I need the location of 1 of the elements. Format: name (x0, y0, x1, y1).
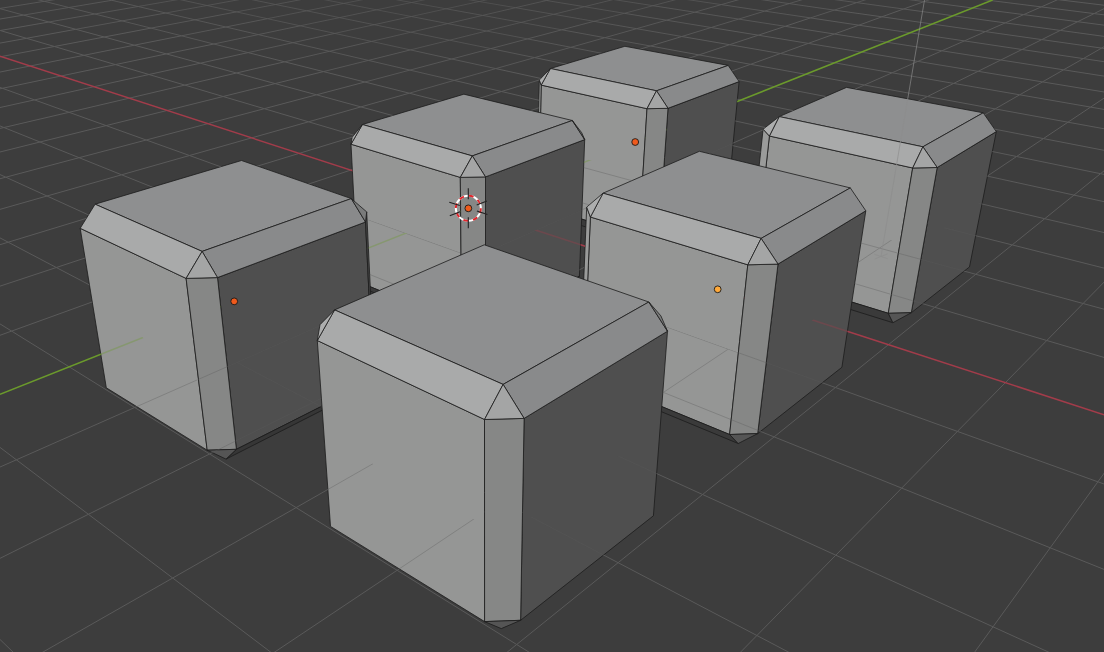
cursor-crosshair-icon (448, 187, 488, 229)
